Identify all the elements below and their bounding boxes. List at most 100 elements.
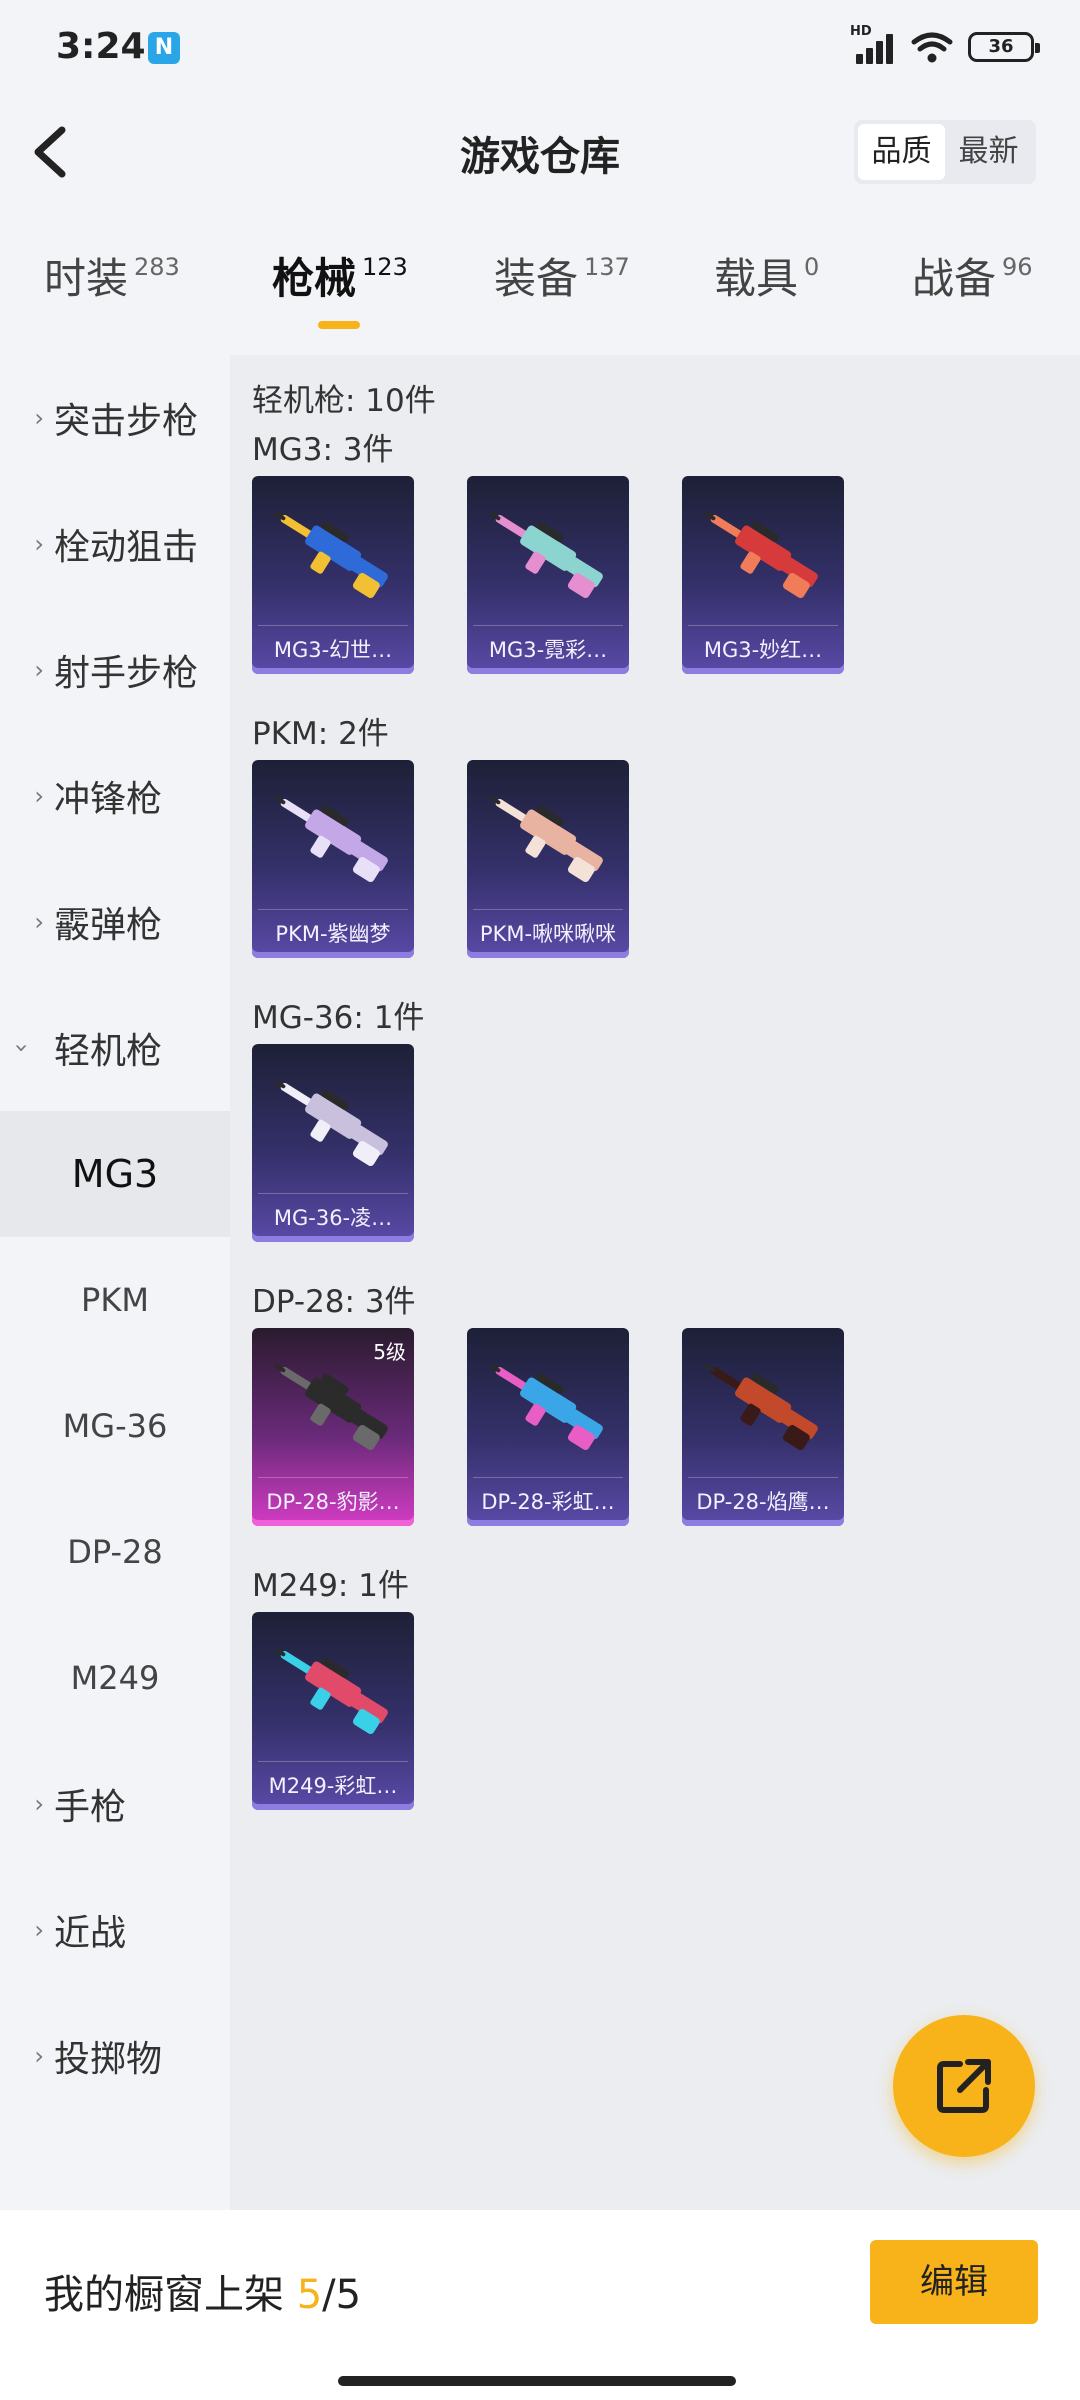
sidebar-item-throwables[interactable]: › 投掷物 (0, 1993, 230, 2119)
chevron-right-icon: › (34, 404, 44, 432)
card-divider (688, 625, 838, 626)
weapon-card[interactable]: DP-28-焰鹰… (682, 1328, 844, 1526)
card-divider (258, 1761, 408, 1762)
weapon-skin-image (274, 796, 388, 882)
weapon-card[interactable]: MG3-霓彩… (467, 476, 629, 674)
sidebar-item-assault-rifle[interactable]: › 突击步枪 (0, 355, 230, 481)
sort-newest-option[interactable]: 最新 (945, 124, 1032, 180)
card-divider (688, 1477, 838, 1478)
weapon-card-label: MG3-霓彩… (488, 638, 608, 662)
card-divider (258, 1193, 408, 1194)
weapon-skin-image (489, 1364, 603, 1450)
weapon-card[interactable]: MG3-幻世… (252, 476, 414, 674)
showcase-label: 我的橱窗上架 (44, 2272, 297, 2318)
sidebar-subitem-mg36[interactable]: MG-36 (0, 1363, 230, 1489)
sidebar-item-marksman-rifle[interactable]: › 射手步枪 (0, 607, 230, 733)
card-divider (258, 909, 408, 910)
battery-icon: 36 (968, 32, 1040, 62)
card-divider (473, 909, 623, 910)
sidebar-item-lmg[interactable]: › 轻机枪 (0, 985, 230, 1111)
chevron-right-icon: › (34, 530, 44, 558)
sidebar-item-shotgun[interactable]: › 霰弹枪 (0, 859, 230, 985)
group-title: DP-28: 3件 (252, 1284, 416, 1320)
status-bar: 3:24 N HD 36 (0, 0, 1080, 100)
tab-vehicles[interactable]: 载具 0 (714, 245, 819, 335)
weapon-card-label: DP-28-焰鹰… (696, 1490, 830, 1514)
sidebar-item-label: 轻机枪 (54, 1031, 163, 1072)
sidebar-item-label: 栓动狙击 (54, 527, 199, 568)
group-title: M249: 1件 (252, 1568, 409, 1604)
sort-toggle: 品质 最新 (854, 120, 1036, 184)
weapon-card-label: DP-28-彩虹… (481, 1490, 615, 1514)
nfc-icon: N (148, 32, 180, 64)
weapon-skin-image (704, 1364, 818, 1450)
chevron-right-icon: › (34, 1916, 44, 1944)
weapon-card-label: MG-36-凌… (273, 1206, 393, 1230)
edit-button[interactable]: 编辑 (870, 2240, 1038, 2324)
sidebar-item-pistol[interactable]: › 手枪 (0, 1741, 230, 1867)
weapon-card[interactable]: M249-彩虹… (252, 1612, 414, 1810)
chevron-down-icon: › (8, 1043, 36, 1053)
sidebar-item-label: 投掷物 (54, 2039, 163, 2080)
tab-equipment[interactable]: 装备 137 (494, 245, 630, 335)
group-title: PKM: 2件 (252, 716, 389, 752)
sidebar-item-label: 冲锋枪 (54, 779, 163, 820)
wifi-icon (911, 32, 953, 63)
weapon-card-label: DP-28-豹影… (266, 1490, 400, 1514)
weapon-skin-image (489, 512, 603, 598)
level-badge: 5级 (373, 1340, 406, 1364)
showcase-current-count: 5 (296, 2272, 323, 2318)
home-indicator[interactable] (338, 2376, 736, 2386)
sidebar-item-label: 射手步枪 (54, 653, 199, 694)
card-divider (258, 625, 408, 626)
tab-fashion[interactable]: 时装 283 (44, 245, 180, 335)
sidebar-item-smg[interactable]: › 冲锋枪 (0, 733, 230, 859)
sidebar-item-label: 手枪 (54, 1787, 127, 1828)
sidebar-subitem-mg3[interactable]: MG3 (0, 1111, 230, 1237)
tab-label: 战备 (912, 254, 997, 303)
chevron-right-icon: › (34, 2042, 44, 2070)
category-tabs: 时装 283 枪械 123 装备 137 载具 0 战备 96 (0, 245, 1080, 335)
weapon-card[interactable]: PKM-紫幽梦 (252, 760, 414, 958)
sidebar: › 突击步枪 › 栓动狙击 › 射手步枪 › 冲锋枪 › 霰弹枪 › 轻机枪 M… (0, 355, 230, 2215)
tab-label: 载具 (714, 254, 799, 303)
chevron-right-icon: › (34, 656, 44, 684)
active-tab-indicator (318, 321, 360, 329)
group-title: MG-36: 1件 (252, 1000, 425, 1036)
header: 游戏仓库 品质 最新 (0, 100, 1080, 210)
weapon-card[interactable]: MG3-妙红… (682, 476, 844, 674)
weapon-card[interactable]: DP-28-彩虹… (467, 1328, 629, 1526)
weapon-card-label: MG3-幻世… (273, 638, 393, 662)
hd-indicator: HD (850, 24, 872, 39)
weapon-card[interactable]: 5级 DP-28-豹影… (252, 1328, 414, 1526)
weapon-skin-image (274, 1648, 388, 1734)
chevron-right-icon: › (34, 782, 44, 810)
bottom-bar: 我的橱窗上架 5/5 编辑 (0, 2210, 1080, 2400)
sidebar-item-label: 突击步枪 (54, 401, 199, 442)
signal-icon: HD (850, 24, 896, 64)
sidebar-item-bolt-sniper[interactable]: › 栓动狙击 (0, 481, 230, 607)
sidebar-subitem-pkm[interactable]: PKM (0, 1237, 230, 1363)
sidebar-item-melee[interactable]: › 近战 (0, 1867, 230, 1993)
weapon-card-label: PKM-紫幽梦 (275, 922, 391, 946)
weapon-card[interactable]: PKM-啾咪啾咪 (467, 760, 629, 958)
tab-label: 装备 (494, 254, 579, 303)
sidebar-item-label: 近战 (54, 1913, 127, 1954)
tab-supplies[interactable]: 战备 96 (912, 245, 1033, 335)
card-divider (258, 1477, 408, 1478)
tab-count: 96 (1002, 253, 1033, 281)
weapon-skin-image (274, 1080, 388, 1166)
weapon-skin-image (489, 796, 603, 882)
share-icon (937, 2059, 991, 2113)
weapon-card-label: PKM-啾咪啾咪 (479, 922, 617, 946)
tab-count: 283 (134, 253, 180, 281)
weapon-card[interactable]: MG-36-凌… (252, 1044, 414, 1242)
chevron-right-icon: › (34, 1790, 44, 1818)
chevron-right-icon: › (34, 908, 44, 936)
share-fab[interactable] (893, 2015, 1035, 2157)
showcase-total: /5 (322, 2272, 362, 2318)
sidebar-subitem-dp28[interactable]: DP-28 (0, 1489, 230, 1615)
tab-count: 137 (584, 253, 630, 281)
sort-quality-option[interactable]: 品质 (858, 124, 945, 180)
sidebar-subitem-m249[interactable]: M249 (0, 1615, 230, 1741)
